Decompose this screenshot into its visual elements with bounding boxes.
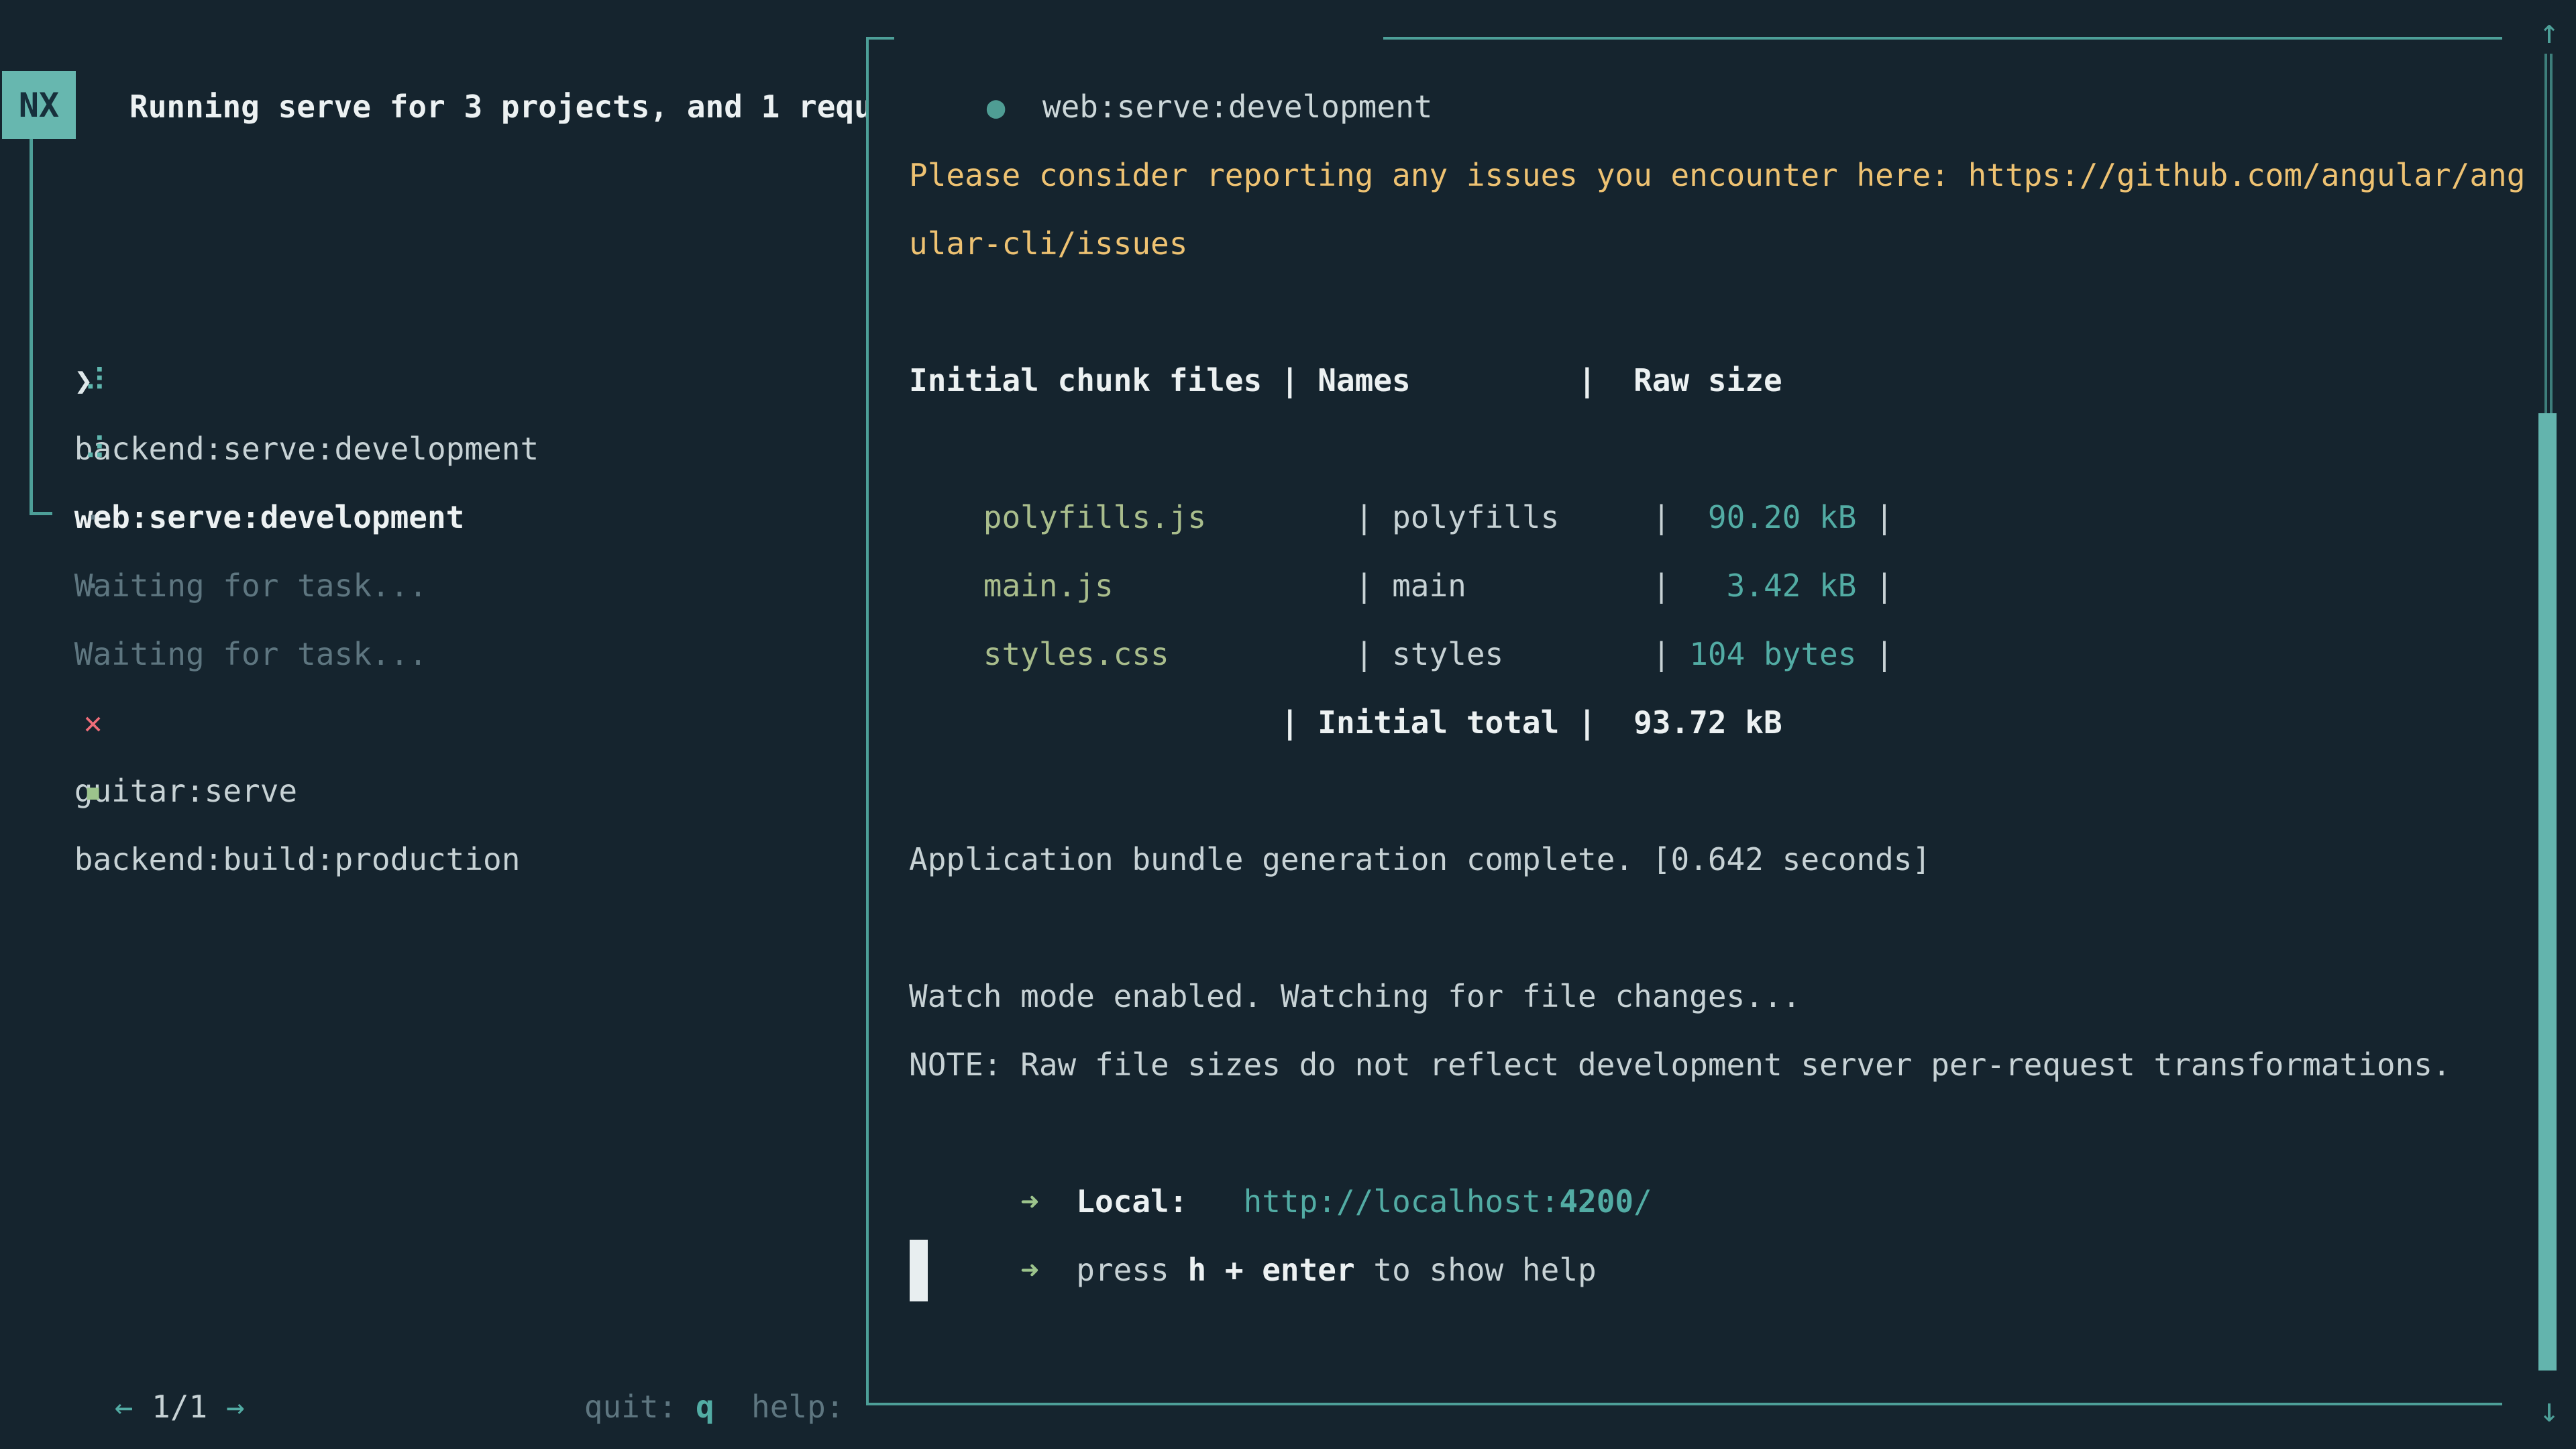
running-status-dot-icon: ● — [987, 89, 1006, 125]
page-prev-arrow[interactable]: ← — [115, 1389, 152, 1425]
chunk-table-row-polyfills: polyfills.js | polyfills | 90.20 kB | — [909, 415, 1894, 483]
issue-notice-line-1: Please consider reporting any issues you… — [909, 141, 2525, 209]
scrollbar-thumb[interactable] — [2538, 413, 2557, 1371]
panel-title: web:serve:development — [1042, 89, 1433, 125]
scroll-down-arrow-icon[interactable]: ↓ — [2528, 1379, 2571, 1442]
help-hint-post: to show help — [1355, 1252, 1597, 1288]
local-url-slash[interactable]: / — [1633, 1183, 1652, 1220]
quit-key: q — [696, 1389, 714, 1425]
panel-title-row: ● web:serve:development — [912, 4, 1432, 72]
chunk-row-separators: | styles | — [1169, 636, 1689, 672]
chunk-size: 104 bytes — [1689, 636, 1856, 672]
page-next-arrow[interactable]: → — [207, 1389, 244, 1425]
task-row-waiting-1[interactable]: · Waiting for task... — [0, 346, 427, 415]
terminal-cursor — [910, 1240, 928, 1301]
page-indicator: 1/1 — [152, 1389, 207, 1425]
panel-border-left — [866, 37, 869, 1405]
success-square-icon: ▪ — [74, 757, 174, 825]
watch-mode-message: Watch mode enabled. Watching for file ch… — [909, 962, 1801, 1030]
bundle-complete-message: Application bundle generation complete. … — [909, 825, 1931, 894]
task-row-backend-serve[interactable]: ⠼ backend:serve:development — [0, 209, 539, 278]
chunk-file: styles.css — [983, 636, 1169, 672]
scroll-up-arrow-icon[interactable]: ↑ — [2528, 0, 2571, 64]
help-hint-row: ➜ press h + enter to show help — [909, 1167, 1597, 1236]
task-row-web-serve-selected[interactable]: ❯ ⠼ web:serve:development — [0, 278, 464, 346]
keyboard-shortcuts: quit: q help: ? — [510, 1304, 866, 1373]
pagination: ← 1/1 → — [40, 1304, 245, 1373]
help-label: help: — [751, 1389, 863, 1425]
panel-border-bottom — [866, 1403, 2502, 1405]
quit-label: quit: — [584, 1389, 696, 1425]
task-row-guitar-serve[interactable]: ✕ guitar:serve — [0, 551, 297, 620]
task-list-sidebar: NX Running serve for 3 projects, and 1 r… — [0, 0, 866, 1449]
help-hint-pre: press — [1076, 1252, 1187, 1288]
help-hint-keys: h + enter — [1187, 1252, 1354, 1288]
panel-border-top-rule — [1383, 37, 2502, 40]
chunk-table-row-styles: styles.css | styles | 104 bytes | — [909, 551, 1894, 620]
chunk-table-total-row: | Initial total | 93.72 kB — [909, 688, 1782, 757]
task-row-waiting-2[interactable]: · Waiting for task... — [0, 415, 427, 483]
issue-notice-line-2: ular-cli/issues — [909, 209, 1187, 278]
chunk-table-row-main: main.js | main | 3.42 kB | — [909, 483, 1894, 551]
shortcut-gap — [714, 1389, 751, 1425]
panel-border-top-stub — [866, 37, 894, 40]
nx-logo: NX — [2, 71, 76, 139]
task-row-backend-build[interactable]: ▪ backend:build:production — [0, 620, 520, 688]
sidebar-header: Running serve for 3 projects, and 1 requ — [129, 72, 866, 141]
raw-size-note: NOTE: Raw file sizes do not reflect deve… — [909, 1030, 2451, 1099]
chunk-table-header: Initial chunk files | Names | Raw size — [909, 346, 1782, 415]
arrow-icon: ➜ — [983, 1252, 1076, 1288]
local-server-row: ➜ Local: http://localhost:4200/ — [909, 1099, 1652, 1167]
chunk-row-end: | — [1856, 636, 1893, 672]
task-label: backend:build:production — [74, 841, 521, 877]
